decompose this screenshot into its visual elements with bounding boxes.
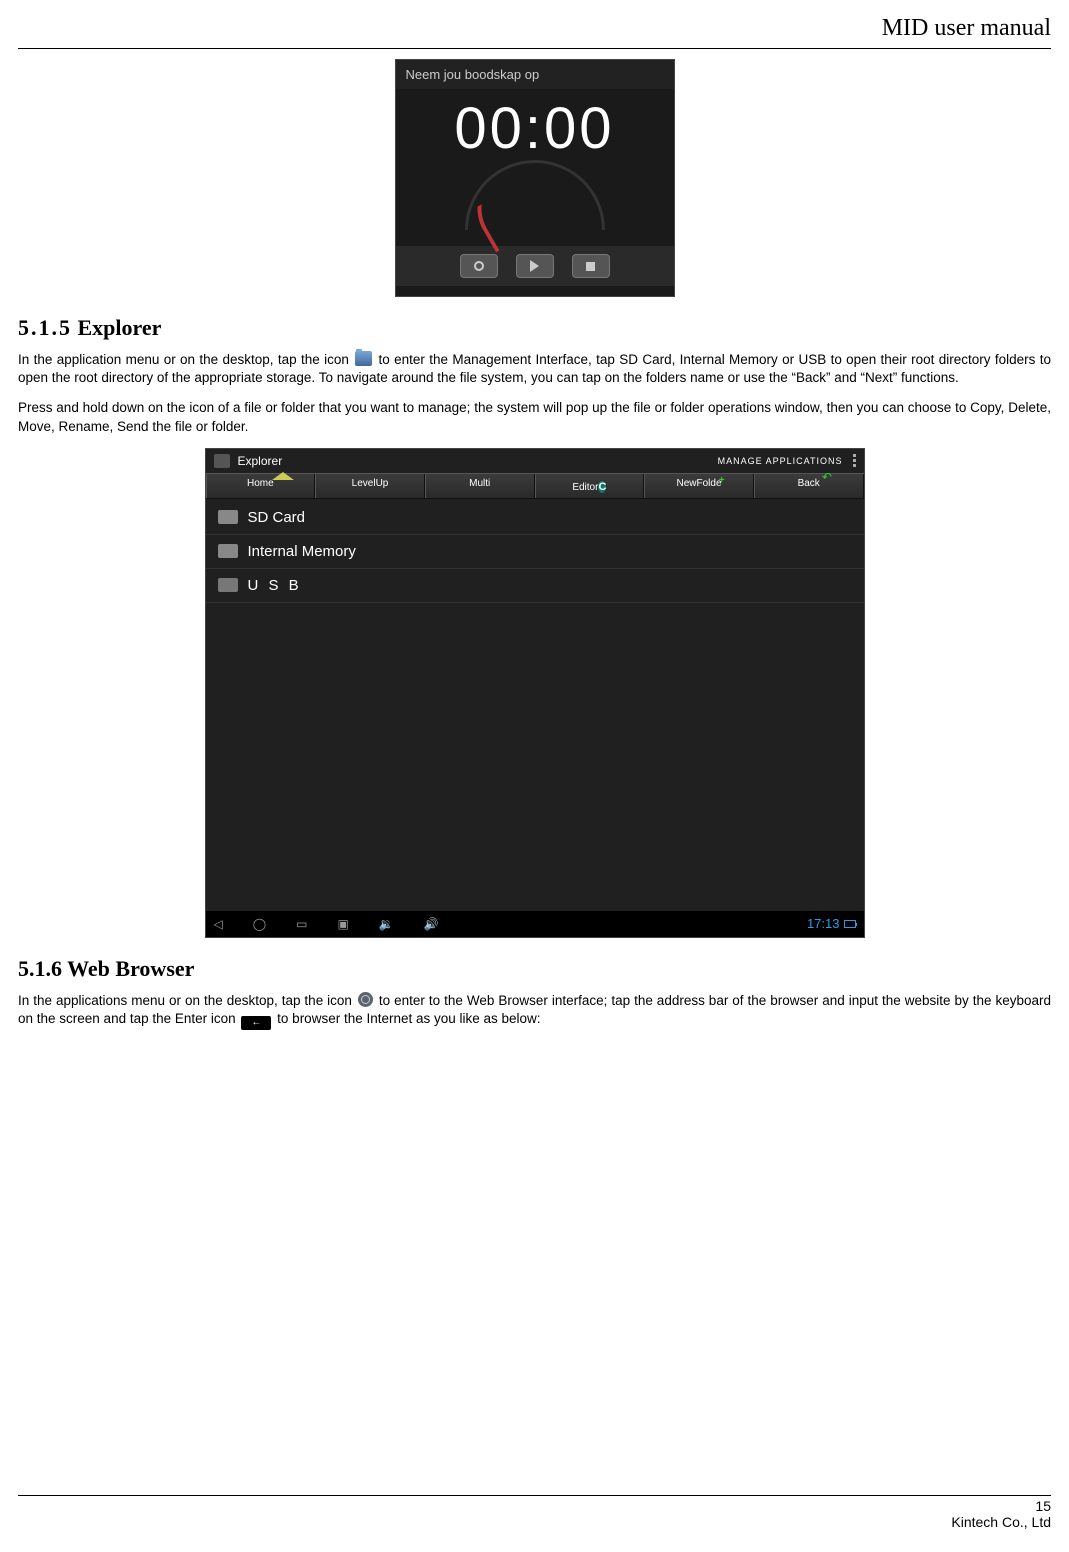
recorder-figure: Neem jou boodskap op 00:00 bbox=[18, 59, 1051, 297]
toolbar-editor[interactable]: EditorC bbox=[535, 474, 645, 498]
text: In the application menu or on the deskto… bbox=[18, 352, 353, 367]
play-button[interactable] bbox=[516, 254, 554, 278]
label: U S B bbox=[248, 577, 302, 594]
play-icon bbox=[530, 260, 539, 272]
page-number: 15 bbox=[1035, 1498, 1051, 1514]
nav-screenshot-icon[interactable]: ▣ bbox=[338, 917, 349, 931]
usb-icon bbox=[218, 578, 238, 592]
recorder-time: 00:00 bbox=[396, 95, 674, 162]
storage-row-internal[interactable]: Internal Memory bbox=[206, 535, 864, 569]
page-header: MID user manual bbox=[18, 15, 1051, 49]
nav-recent-icon[interactable]: ▭ bbox=[296, 917, 307, 931]
editor-icon: C bbox=[598, 481, 606, 493]
toolbar-home[interactable]: Home bbox=[206, 474, 316, 498]
sdcard-icon bbox=[218, 510, 238, 524]
record-button[interactable] bbox=[460, 254, 498, 278]
toolbar-levelup[interactable]: LevelUp bbox=[315, 474, 425, 498]
nav-back-icon[interactable]: ◁ bbox=[214, 917, 223, 931]
section-number: 5.1.5 bbox=[18, 315, 72, 340]
nav-home-icon[interactable]: ◯ bbox=[253, 917, 266, 931]
label: LevelUp bbox=[352, 478, 389, 489]
recorder-title: Neem jou boodskap op bbox=[396, 60, 674, 89]
nav-voldown-icon[interactable]: 🔉 bbox=[379, 917, 394, 931]
recorder-window: Neem jou boodskap op 00:00 bbox=[395, 59, 675, 297]
section-number: 5.1.6 bbox=[18, 956, 62, 981]
storage-row-sdcard[interactable]: SD Card bbox=[206, 501, 864, 535]
label: Multi bbox=[469, 478, 490, 489]
toolbar-back[interactable]: Back bbox=[754, 474, 864, 498]
section-title: Web Browser bbox=[67, 956, 194, 981]
text: In the applications menu or on the deskt… bbox=[18, 993, 356, 1008]
section-515-para2: Press and hold down on the icon of a fil… bbox=[18, 399, 1051, 435]
text: to browser the Internet as you like as b… bbox=[277, 1011, 540, 1026]
label: NewFolde bbox=[677, 478, 722, 489]
label: Back bbox=[798, 478, 820, 489]
internal-icon bbox=[218, 544, 238, 558]
android-navbar: ◁ ◯ ▭ ▣ 🔉 🔊 17:13 bbox=[206, 911, 864, 937]
page-footer: 15 Kintech Co., Ltd bbox=[18, 1495, 1051, 1530]
explorer-window: Explorer MANAGE APPLICATIONS Home LevelU… bbox=[205, 448, 865, 938]
record-icon bbox=[474, 261, 484, 271]
explorer-toolbar: Home LevelUp Multi EditorC NewFolde Back bbox=[206, 473, 864, 499]
manage-applications-link[interactable]: MANAGE APPLICATIONS bbox=[718, 456, 843, 466]
storage-row-usb[interactable]: U S B bbox=[206, 569, 864, 603]
browser-app-icon bbox=[358, 992, 373, 1007]
explorer-title-icon bbox=[214, 454, 230, 468]
recorder-controls bbox=[396, 246, 674, 286]
stop-icon bbox=[586, 262, 595, 271]
explorer-title: Explorer bbox=[238, 454, 283, 468]
section-title: Explorer bbox=[78, 315, 162, 340]
company-name: Kintech Co., Ltd bbox=[951, 1514, 1051, 1530]
overflow-menu-icon[interactable] bbox=[853, 454, 856, 467]
section-516-para: In the applications menu or on the deskt… bbox=[18, 992, 1051, 1030]
label: SD Card bbox=[248, 509, 306, 526]
section-515-heading: 5.1.5 Explorer bbox=[18, 315, 1051, 341]
battery-icon bbox=[844, 920, 856, 928]
label: Internal Memory bbox=[248, 543, 356, 560]
section-516-heading: 5.1.6 Web Browser bbox=[18, 956, 1051, 982]
toolbar-newfolder[interactable]: NewFolde bbox=[644, 474, 754, 498]
section-515-para1: In the application menu or on the deskto… bbox=[18, 351, 1051, 387]
toolbar-multi[interactable]: Multi bbox=[425, 474, 535, 498]
explorer-figure: Explorer MANAGE APPLICATIONS Home LevelU… bbox=[18, 448, 1051, 938]
nav-volup-icon[interactable]: 🔊 bbox=[424, 917, 439, 931]
label: Editor bbox=[572, 482, 598, 493]
label: Home bbox=[247, 478, 274, 489]
vu-meter-icon bbox=[465, 180, 605, 230]
enter-key-icon: ← bbox=[241, 1016, 271, 1030]
stop-button[interactable] bbox=[572, 254, 610, 278]
explorer-app-icon bbox=[355, 351, 372, 366]
status-clock: 17:13 bbox=[807, 916, 840, 931]
